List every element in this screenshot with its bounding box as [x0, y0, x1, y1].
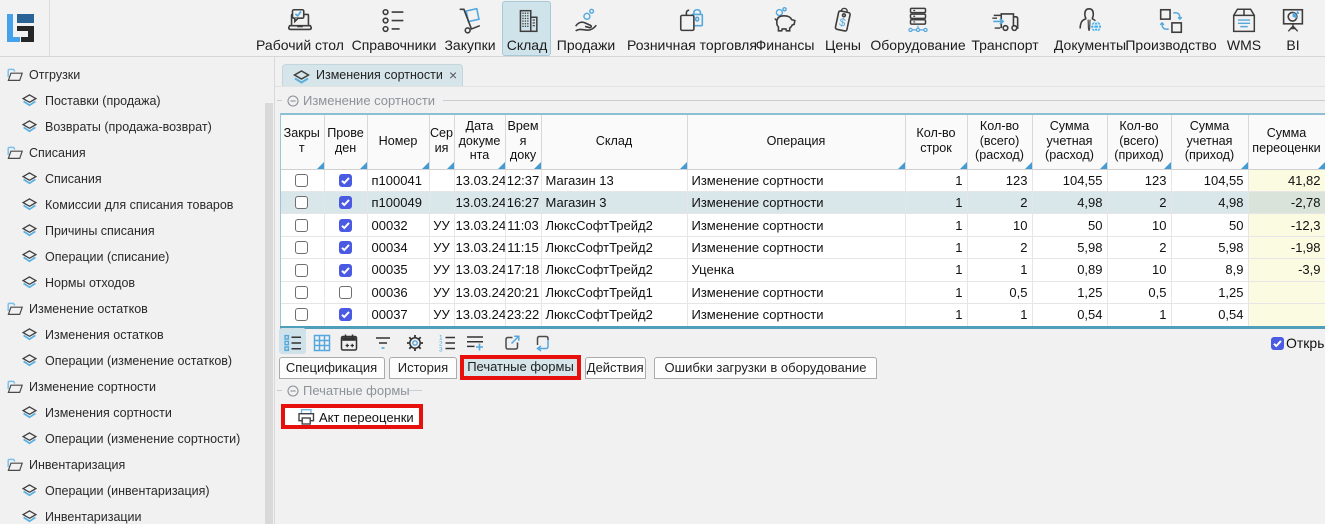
svg-text:3: 3 — [439, 347, 443, 354]
svg-text:$: $ — [838, 17, 847, 30]
